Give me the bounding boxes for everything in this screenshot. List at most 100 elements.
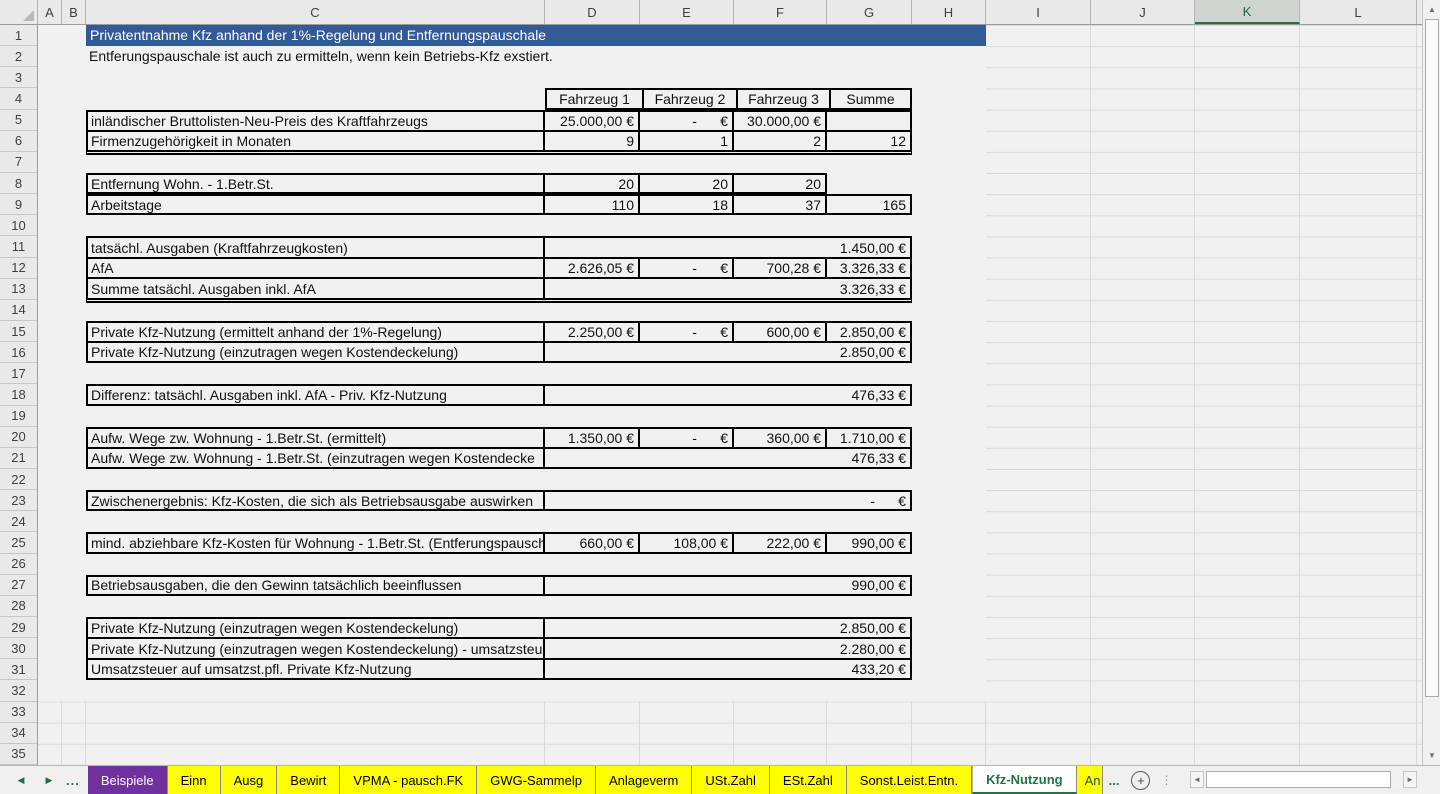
cell-G5[interactable] xyxy=(825,112,910,130)
row-header-21[interactable]: 21 xyxy=(0,448,37,469)
row-header-1[interactable]: 1 xyxy=(0,25,37,46)
sheet-tab-kfz-nutzung[interactable]: Kfz-Nutzung xyxy=(972,766,1077,794)
cell-C21[interactable]: Aufw. Wege zw. Wohnung - 1.Betr.St. (ein… xyxy=(88,449,543,467)
cell-E12[interactable]: - € xyxy=(638,259,732,277)
cell-D27-G27[interactable]: 990,00 € xyxy=(543,577,910,594)
row-header-14[interactable]: 14 xyxy=(0,300,37,321)
row-header-28[interactable]: 28 xyxy=(0,596,37,617)
cell-F6[interactable]: 2 xyxy=(732,132,825,150)
vertical-scroll-thumb[interactable] xyxy=(1425,19,1439,697)
cell-C29[interactable]: Private Kfz-Nutzung (einzutragen wegen K… xyxy=(88,619,543,637)
sheet-tab-sonst-leist-entn-[interactable]: Sonst.Leist.Entn. xyxy=(847,766,972,794)
cell-D11-G11[interactable]: 1.450,00 € xyxy=(543,238,910,256)
cell-F9[interactable]: 37 xyxy=(732,196,825,213)
cell-D30-G30[interactable]: 2.280,00 € xyxy=(543,639,910,657)
column-header-F[interactable]: F xyxy=(734,0,827,24)
cell-D23-G23[interactable]: - € xyxy=(543,492,910,509)
cell-F20[interactable]: 360,00 € xyxy=(732,429,825,447)
cell-C23[interactable]: Zwischenergebnis: Kfz-Kosten, die sich a… xyxy=(88,492,543,509)
cell-G20[interactable]: 1.710,00 € xyxy=(825,429,910,447)
cell-D18-G18[interactable]: 476,33 € xyxy=(543,386,910,403)
cell-D13-G13[interactable]: 3.326,33 € xyxy=(543,279,910,297)
column-header-G[interactable]: G xyxy=(827,0,912,24)
sheet-tab-beispiele[interactable]: Beispiele xyxy=(88,766,168,794)
cell-G15[interactable]: 2.850,00 € xyxy=(825,323,910,341)
column-header-K[interactable]: K xyxy=(1195,0,1300,24)
cell-E5[interactable]: - € xyxy=(638,112,732,130)
cell-D20[interactable]: 1.350,00 € xyxy=(543,429,638,447)
cell-C30[interactable]: Private Kfz-Nutzung (einzutragen wegen K… xyxy=(88,639,543,657)
cell-F12[interactable]: 700,28 € xyxy=(732,259,825,277)
tab-overflow-ellipsis[interactable]: ... xyxy=(1109,773,1120,788)
cell-C12[interactable]: AfA xyxy=(88,259,543,277)
cell-D25[interactable]: 660,00 € xyxy=(543,534,638,551)
cell-D31-G31[interactable]: 433,20 € xyxy=(543,660,910,678)
cell-C15[interactable]: Private Kfz-Nutzung (ermittelt anhand de… xyxy=(88,323,543,341)
tab-nav-right-icon[interactable]: ▶ xyxy=(42,770,56,790)
row-header-20[interactable]: 20 xyxy=(0,427,37,448)
cell-C8[interactable]: Entfernung Wohn. - 1.Betr.St. xyxy=(88,175,543,192)
row-header-4[interactable]: 4 xyxy=(0,88,37,109)
cell-C11[interactable]: tatsächl. Ausgaben (Kraftfahrzeugkosten) xyxy=(88,238,543,256)
row-header-17[interactable]: 17 xyxy=(0,363,37,384)
vertical-scrollbar[interactable]: ▲ ▼ xyxy=(1422,0,1440,765)
scroll-right-icon[interactable]: ► xyxy=(1403,771,1417,788)
sheet-tab-ausg[interactable]: Ausg xyxy=(221,766,278,794)
horizontal-scroll-thumb[interactable] xyxy=(1206,771,1391,788)
cell-G9[interactable]: 165 xyxy=(825,196,910,213)
scroll-down-icon[interactable]: ▼ xyxy=(1424,747,1440,764)
cell-C9[interactable]: Arbeitstage xyxy=(88,196,543,213)
cell-E4[interactable]: Fahrzeug 2 xyxy=(642,90,736,107)
cell-G12[interactable]: 3.326,33 € xyxy=(825,259,910,277)
select-all-corner[interactable] xyxy=(0,0,38,24)
sheet-tab-gwg-sammelp[interactable]: GWG-Sammelp xyxy=(477,766,596,794)
column-header-C[interactable]: C xyxy=(86,0,545,24)
worksheet-grid[interactable]: Privatentnahme Kfz anhand der 1%-Regelun… xyxy=(38,25,1422,765)
cell-C5[interactable]: inländischer Bruttolisten-Neu-Preis des … xyxy=(88,112,543,130)
row-header-15[interactable]: 15 xyxy=(0,321,37,342)
sheet-tab-vpma-pausch-fk[interactable]: VPMA - pausch.FK xyxy=(340,766,477,794)
row-header-6[interactable]: 6 xyxy=(0,131,37,152)
column-header-I[interactable]: I xyxy=(986,0,1091,24)
row-header-24[interactable]: 24 xyxy=(0,511,37,532)
row-header-3[interactable]: 3 xyxy=(0,67,37,88)
sheet-tab-anlageverm[interactable]: Anlageverm xyxy=(596,766,692,794)
row-header-22[interactable]: 22 xyxy=(0,469,37,490)
cell-D16-G16[interactable]: 2.850,00 € xyxy=(543,343,910,361)
row-header-30[interactable]: 30 xyxy=(0,638,37,659)
row-header-18[interactable]: 18 xyxy=(0,384,37,405)
column-header-D[interactable]: D xyxy=(545,0,640,24)
row-header-19[interactable]: 19 xyxy=(0,406,37,427)
cell-G4[interactable]: Summe xyxy=(829,90,910,107)
cell-E6[interactable]: 1 xyxy=(638,132,732,150)
cell-C20[interactable]: Aufw. Wege zw. Wohnung - 1.Betr.St. (erm… xyxy=(88,429,543,447)
row-header-11[interactable]: 11 xyxy=(0,236,37,257)
cell-C13[interactable]: Summe tatsächl. Ausgaben inkl. AfA xyxy=(88,279,543,297)
cell-C2-subtitle[interactable]: Entferungspauschale ist auch zu ermittel… xyxy=(89,46,553,67)
scroll-up-icon[interactable]: ▲ xyxy=(1424,1,1440,18)
cell-C1-title[interactable]: Privatentnahme Kfz anhand der 1%-Regelun… xyxy=(86,25,986,46)
row-header-13[interactable]: 13 xyxy=(0,279,37,300)
row-header-26[interactable]: 26 xyxy=(0,554,37,575)
cell-D5[interactable]: 25.000,00 € xyxy=(543,112,638,130)
sheet-tab-bewirt[interactable]: Bewirt xyxy=(277,766,340,794)
row-header-32[interactable]: 32 xyxy=(0,680,37,701)
cell-C27[interactable]: Betriebsausgaben, die den Gewinn tatsäch… xyxy=(88,577,543,594)
cell-C31[interactable]: Umsatzsteuer auf umsatzst.pfl. Private K… xyxy=(88,660,543,678)
row-header-12[interactable]: 12 xyxy=(0,258,37,279)
sheet-tab-ust-zahl[interactable]: USt.Zahl xyxy=(692,766,770,794)
row-header-27[interactable]: 27 xyxy=(0,575,37,596)
row-header-34[interactable]: 34 xyxy=(0,723,37,744)
cell-C16[interactable]: Private Kfz-Nutzung (einzutragen wegen K… xyxy=(88,343,543,361)
row-header-8[interactable]: 8 xyxy=(0,173,37,194)
column-header-E[interactable]: E xyxy=(640,0,734,24)
cell-D9[interactable]: 110 xyxy=(543,196,638,213)
scroll-left-icon[interactable]: ◄ xyxy=(1190,771,1204,788)
row-header-16[interactable]: 16 xyxy=(0,342,37,363)
cell-D21-G21[interactable]: 476,33 € xyxy=(543,449,910,467)
column-header-A[interactable]: A xyxy=(38,0,62,24)
cell-C25[interactable]: mind. abziehbare Kfz-Kosten für Wohnung … xyxy=(88,534,543,551)
cell-F5[interactable]: 30.000,00 € xyxy=(732,112,825,130)
cell-G25[interactable]: 990,00 € xyxy=(825,534,910,551)
cell-F4[interactable]: Fahrzeug 3 xyxy=(736,90,829,107)
